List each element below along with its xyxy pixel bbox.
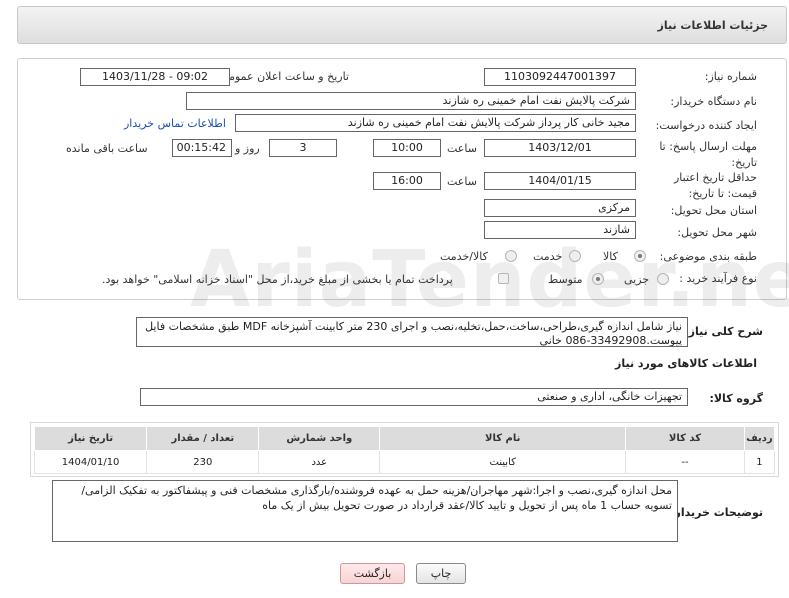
category-label: طبقه بندی موضوعی:: [659, 250, 757, 263]
cell-name: کابینت: [379, 450, 627, 474]
buyer-contact-link[interactable]: اطلاعات تماس خریدار: [124, 117, 226, 130]
reply-time-field[interactable]: 10:00: [373, 139, 441, 157]
process-type-label: نوع فرآیند خرید :: [679, 272, 757, 285]
reply-time-label: ساعت: [447, 142, 477, 155]
need-number-label: شماره نیاز:: [704, 70, 757, 83]
treasury-payment-note: پرداخت تمام یا بخشی از مبلغ خرید،از محل …: [102, 273, 453, 286]
col-header-code: کد کالا: [625, 426, 745, 451]
reply-deadline-label: مهلت ارسال پاسخ: تا تاریخ:: [659, 140, 757, 169]
days-label: روز و: [235, 142, 260, 155]
cell-need-date: 1404/01/10: [33, 450, 148, 474]
need-description-label: شرح کلی نیاز:: [684, 325, 763, 338]
col-header-need-date: تاریخ نیاز: [33, 426, 148, 451]
back-button[interactable]: بازگشت: [340, 563, 405, 584]
goods-group-field[interactable]: تجهیزات خانگی، اداری و صنعتی: [140, 388, 688, 406]
city-field[interactable]: شازند: [484, 221, 636, 239]
buyer-org-field[interactable]: شرکت پالایش نفت امام خمینی ره شازند: [186, 92, 636, 110]
page-header: جزئیات اطلاعات نیاز: [17, 6, 787, 44]
process-radio-minor[interactable]: [657, 273, 669, 285]
need-number-field[interactable]: 1103092447001397: [484, 68, 636, 86]
goods-group-label: گروه کالا:: [709, 392, 763, 405]
goods-info-title: اطلاعات کالاهای مورد نیاز: [615, 357, 757, 370]
table-row[interactable]: 1 -- کابینت عدد 230 1404/01/10: [33, 450, 776, 474]
category-option-goods-service: کالا/خدمت: [440, 250, 488, 263]
buyer-org-label: نام دستگاه خریدار:: [670, 95, 757, 108]
announce-date-field[interactable]: 1403/11/28 - 09:02: [80, 68, 230, 86]
category-radio-service[interactable]: [569, 250, 581, 262]
treasury-payment-checkbox[interactable]: [498, 273, 509, 284]
category-option-goods: کالا: [603, 250, 618, 263]
days-field[interactable]: 3: [269, 139, 337, 157]
col-header-row: ردیف: [743, 426, 776, 451]
process-option-medium: متوسط: [548, 273, 583, 286]
price-time-label: ساعت: [447, 175, 477, 188]
announce-date-label: تاریخ و ساعت اعلان عمومی:: [216, 70, 349, 83]
buyer-notes-textarea[interactable]: محل اندازه گیری،نصب و اجرا:شهر مهاجران/ه…: [52, 480, 678, 542]
col-header-unit: واحد شمارش: [258, 426, 381, 451]
remaining-time-field[interactable]: 00:15:42: [172, 139, 232, 157]
category-option-service: خدمت: [533, 250, 563, 263]
print-button[interactable]: چاپ: [416, 563, 466, 584]
province-field[interactable]: مرکزی: [484, 199, 636, 217]
requester-label: ایجاد کننده درخواست:: [655, 119, 757, 132]
cell-quantity: 230: [146, 450, 260, 474]
cell-row-number: 1: [743, 450, 776, 474]
need-description-textarea[interactable]: نیاز شامل اندازه گیری،طراحی،ساخت،حمل،تخل…: [136, 317, 688, 347]
page-title: جزئیات اطلاعات نیاز: [657, 19, 769, 32]
price-date-field[interactable]: 1404/01/15: [484, 172, 636, 190]
price-validity-label: حداقل تاریخ اعتبار قیمت: تا تاریخ:: [673, 171, 757, 200]
price-time-field[interactable]: 16:00: [373, 172, 441, 190]
cell-unit: عدد: [258, 450, 381, 474]
requester-field[interactable]: مجید خانی کار پرداز شرکت پالایش نفت امام…: [235, 114, 636, 132]
reply-date-field[interactable]: 1403/12/01: [484, 139, 636, 157]
city-label: شهر محل تحویل:: [677, 226, 757, 239]
process-radio-medium[interactable]: [592, 273, 604, 285]
items-table: ردیف کد کالا نام کالا واحد شمارش تعداد /…: [33, 426, 776, 474]
province-label: استان محل تحویل:: [670, 204, 757, 217]
process-option-minor: جزیی: [624, 273, 650, 286]
category-radio-goods[interactable]: [634, 250, 646, 262]
category-radio-goods-service[interactable]: [505, 250, 517, 262]
buyer-notes-label: توضیحات خریدار:: [670, 506, 763, 519]
col-header-name: نام کالا: [379, 426, 627, 451]
col-header-quantity: تعداد / مقدار: [146, 426, 260, 451]
remaining-time-label: ساعت باقی مانده: [66, 142, 148, 155]
cell-code: --: [625, 450, 745, 474]
